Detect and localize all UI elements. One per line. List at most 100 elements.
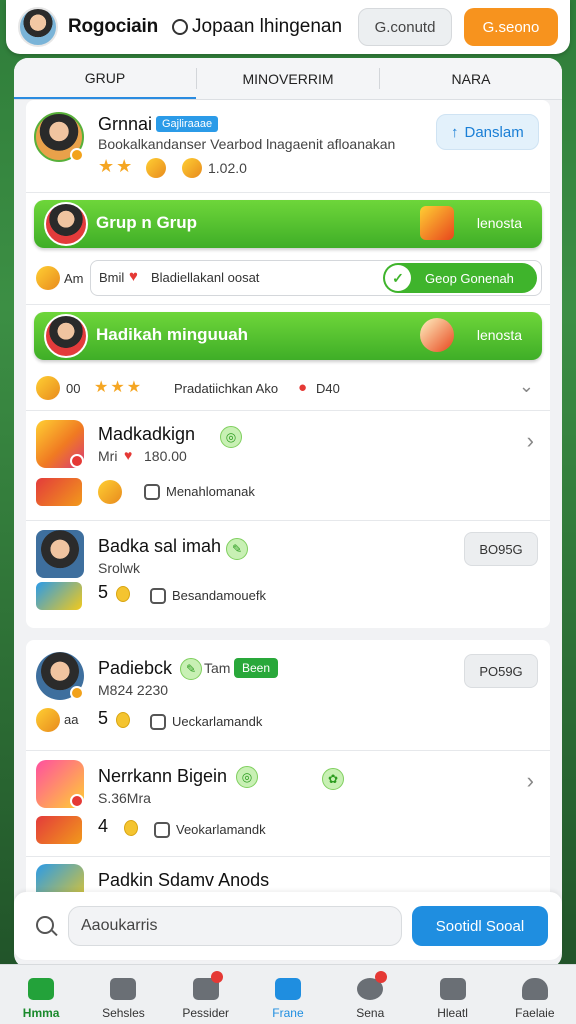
nav-label: Faelaie xyxy=(515,1006,555,1020)
nav-health[interactable]: Hleatl xyxy=(411,965,493,1024)
group-bar-right: lenosta xyxy=(476,215,522,231)
tab-grup[interactable]: GRUP xyxy=(14,58,196,99)
input-text: Bladiellakanl oosat xyxy=(151,270,260,285)
group-bar[interactable]: Hadikah minguuah lenosta xyxy=(34,312,542,360)
bag-icon xyxy=(182,158,202,178)
nav-presider[interactable]: Pessider xyxy=(165,965,247,1024)
coin-icon xyxy=(116,712,130,728)
stars-row[interactable]: 00 ★★★ Pradatiichkan Ako ● D40 ⌄ xyxy=(26,368,550,410)
mini-game-icon xyxy=(36,816,82,844)
nav-schedules[interactable]: Sehsles xyxy=(82,965,164,1024)
chevron-right-icon[interactable]: › xyxy=(527,428,534,454)
boat-icon xyxy=(420,318,454,352)
chevron-down-icon[interactable]: ⌄ xyxy=(519,376,534,397)
tab-nara[interactable]: NARA xyxy=(380,58,562,99)
group-avatar-icon xyxy=(44,202,88,246)
item-name: Padkin Sdamv Anods xyxy=(98,870,270,890)
star-rating-icon: ★★ xyxy=(98,156,135,176)
search-button[interactable]: Sootidl Sooal xyxy=(412,906,548,946)
coin-icon xyxy=(98,480,122,504)
notification-badge-icon xyxy=(70,794,84,808)
nav-sena[interactable]: Sena xyxy=(329,965,411,1024)
main-panel: GRUP MINOVERRIM NARA Grnnai Gajliraaae B… xyxy=(14,58,562,968)
radio-icon[interactable] xyxy=(172,19,189,35)
verified-icon: ✎ xyxy=(226,538,248,560)
user-avatar[interactable] xyxy=(18,7,58,47)
nav-label: Hmma xyxy=(22,1006,60,1020)
item-meta-prefix: Mri xyxy=(98,448,118,464)
user-photo xyxy=(36,530,84,578)
item-prefix: aa xyxy=(64,712,79,727)
item-meta: M824 2230 xyxy=(98,682,169,698)
nav-home[interactable]: Hmma xyxy=(0,965,82,1024)
grey-header-button[interactable]: G.conutd xyxy=(358,8,452,46)
item-name: Nerrkann Bigein xyxy=(98,766,228,786)
profile-action-button[interactable]: ↑ Danslam xyxy=(436,114,539,150)
status-badge: Been xyxy=(234,658,279,678)
nav-label: Pessider xyxy=(182,1006,230,1020)
list-item[interactable]: Nerrkann Bigein ◎ ✿ S.36Mra 4 Veokarlama… xyxy=(26,750,550,856)
verified-icon: ◎ xyxy=(220,426,242,448)
join-toggle[interactable]: ✓ Geop Gonenah xyxy=(383,263,537,293)
group-avatar-icon xyxy=(44,314,88,358)
search-icon[interactable] xyxy=(36,916,54,934)
list-card: Padiebck ✎ Tam Been M824 2230 aa 5 Uecka… xyxy=(26,640,550,912)
calendar-icon xyxy=(110,978,137,1000)
profile-row[interactable]: Grnnai Gajliraaae Bookalkandanser Vearbo… xyxy=(26,100,550,192)
chevron-right-icon[interactable]: › xyxy=(527,768,534,794)
coin-badge-icon xyxy=(70,148,84,162)
nav-label: Sehsles xyxy=(102,1006,145,1020)
search-input[interactable] xyxy=(68,906,402,946)
item-meta: S.36Mra xyxy=(98,790,151,806)
stars-text: Pradatiichkan Ako xyxy=(174,381,279,396)
list-item[interactable]: Madkadkign ◎ Mri ♥ 180.00 Menahlomanak › xyxy=(26,410,550,520)
chest-icon xyxy=(420,206,454,240)
input-prefix: Am xyxy=(64,271,84,286)
app-title: Rogociain xyxy=(68,16,159,37)
notification-badge-icon xyxy=(70,454,84,468)
list-item[interactable]: Padiebck ✎ Tam Been M824 2230 aa 5 Uecka… xyxy=(26,640,550,748)
divider xyxy=(26,192,550,193)
coin-badge-icon xyxy=(70,686,84,700)
group-bar-right: lenosta xyxy=(476,327,522,343)
item-name: Padiebck xyxy=(98,658,173,678)
list-item[interactable]: Badka sal imah ✎ Srolwk 5 Besandamouefk … xyxy=(26,520,550,628)
input-row: Am Bmil ♥ Bladiellakanl oosat ✓ Geop Gon… xyxy=(26,258,550,302)
item-footer: Menahlomanak xyxy=(166,484,255,499)
nav-label: Frane xyxy=(272,1006,304,1020)
mini-game-icon xyxy=(36,478,82,506)
profile-name: Grnnai xyxy=(98,114,153,134)
profile-action-label: Danslam xyxy=(464,123,524,141)
top-header: Rogociain Jopaan lhingenan G.conutd G.se… xyxy=(6,0,570,54)
nav-label: Sena xyxy=(356,1006,385,1020)
heart-icon: ● xyxy=(298,379,308,396)
orange-header-button[interactable]: G.seono xyxy=(464,8,558,46)
profile-description: Bookalkandanser Vearbod lnagaenit afloan… xyxy=(98,136,396,152)
group-bar-title: Grup n Grup xyxy=(96,213,198,232)
toggle-label: Geop Gonenah xyxy=(425,270,514,286)
message-input[interactable]: Bmil ♥ Bladiellakanl oosat ✓ Geop Gonena… xyxy=(90,260,542,296)
nav-label: Hleatl xyxy=(437,1006,468,1020)
item-button[interactable]: PO59G xyxy=(464,654,538,688)
item-count: 5 xyxy=(98,708,109,728)
cake-icon xyxy=(36,376,60,400)
input-value: Bmil xyxy=(99,270,125,285)
smiley-icon xyxy=(36,266,60,290)
box-icon xyxy=(439,978,466,1000)
item-meta: 180.00 xyxy=(144,448,187,464)
nav-frane[interactable]: Frane xyxy=(247,965,329,1024)
tab-minoverrim[interactable]: MINOVERRIM xyxy=(197,58,379,99)
person-icon xyxy=(150,714,166,730)
verified-icon: ◎ xyxy=(236,766,258,788)
stars-prefix: 00 xyxy=(66,381,81,396)
nav-people[interactable]: Faelaie xyxy=(494,965,576,1024)
profile-tag: Gajliraaae xyxy=(156,116,219,132)
trophy-icon xyxy=(146,158,166,178)
people-icon xyxy=(521,978,548,1000)
group-card: Grnnai Gajliraaae Bookalkandanser Vearbo… xyxy=(26,100,550,628)
star-rating-icon: ★★★ xyxy=(94,379,144,396)
group-bar[interactable]: Grup n Grup lenosta xyxy=(34,200,542,248)
check-icon: ✓ xyxy=(385,265,411,291)
item-button[interactable]: BO95G xyxy=(464,532,538,566)
item-meta: Srolwk xyxy=(98,560,141,576)
